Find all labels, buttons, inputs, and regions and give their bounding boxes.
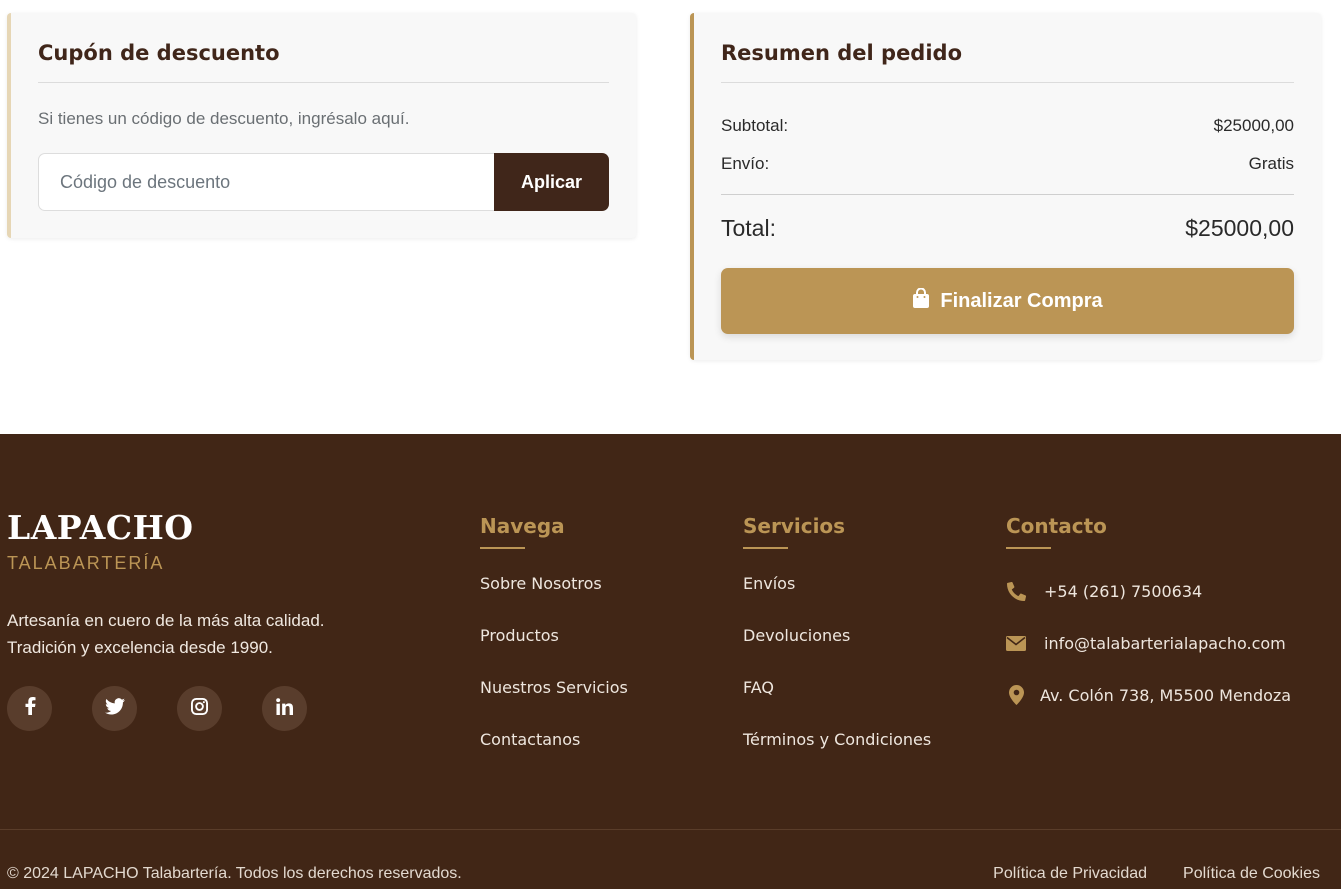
- subtotal-value: $25000,00: [1213, 116, 1294, 135]
- coupon-form: Aplicar: [38, 153, 609, 211]
- linkedin-icon: [276, 697, 293, 720]
- contact-address: Av. Colón 738, M5500 Mendoza: [1006, 669, 1291, 721]
- footer-col-servicios: Servicios Envíos Devoluciones FAQ Términ…: [743, 514, 931, 782]
- coupon-card: Cupón de descuento Si tienes un código d…: [7, 13, 636, 238]
- service-link-item: Términos y Condiciones: [743, 730, 931, 782]
- total-label: Total:: [721, 215, 776, 241]
- contacto-title: Contacto: [1006, 514, 1107, 538]
- contacto-underline: [1006, 547, 1051, 549]
- service-link-item: FAQ: [743, 678, 931, 730]
- total-value: $25000,00: [1185, 215, 1294, 241]
- summary-divider: [721, 194, 1294, 195]
- order-summary-card: Resumen del pedido Subtotal: $25000,00 E…: [690, 13, 1321, 360]
- service-link-item: Devoluciones: [743, 626, 931, 678]
- contact-phone[interactable]: +54 (261) 7500634: [1006, 565, 1291, 617]
- map-marker-icon: [1006, 685, 1026, 705]
- checkout-button[interactable]: Finalizar Compra: [721, 268, 1294, 334]
- footer-tagline: Artesanía en cuero de la más alta calida…: [7, 607, 367, 661]
- navega-links: Sobre Nosotros Productos Nuestros Servic…: [480, 574, 628, 782]
- nav-link-contactanos[interactable]: Contactanos: [480, 730, 580, 749]
- linkedin-link[interactable]: [262, 686, 307, 731]
- subtotal-row: Subtotal: $25000,00: [721, 116, 1294, 136]
- service-link-terminos[interactable]: Términos y Condiciones: [743, 730, 931, 749]
- service-link-envios[interactable]: Envíos: [743, 574, 795, 593]
- shipping-row: Envío: Gratis: [721, 154, 1294, 174]
- cookie-policy-link[interactable]: Política de Cookies: [1183, 865, 1320, 883]
- instagram-link[interactable]: [177, 686, 222, 731]
- nav-link-productos[interactable]: Productos: [480, 626, 559, 645]
- contact-list: +54 (261) 7500634 info@talabarterialapac…: [1006, 565, 1291, 721]
- servicios-underline: [743, 547, 788, 549]
- service-link-faq[interactable]: FAQ: [743, 678, 774, 697]
- footer-col-contacto: Contacto +54 (261) 7500634 info@talabart…: [1006, 514, 1291, 721]
- copyright-text: © 2024 LAPACHO Talabartería. Todos los d…: [7, 865, 462, 882]
- site-footer: LAPACHO TALABARTERÍA Artesanía en cuero …: [0, 434, 1341, 889]
- shopping-bag-icon: [912, 287, 930, 314]
- footer-col-navega: Navega Sobre Nosotros Productos Nuestros…: [480, 514, 628, 782]
- contact-email[interactable]: info@talabarterialapacho.com: [1006, 617, 1291, 669]
- shipping-label: Envío:: [721, 154, 770, 173]
- nav-link-item: Contactanos: [480, 730, 628, 782]
- tagline-line-2: Tradición y excelencia desde 1990.: [7, 638, 273, 657]
- service-link-devoluciones[interactable]: Devoluciones: [743, 626, 850, 645]
- checkout-label: Finalizar Compra: [940, 289, 1103, 312]
- servicios-title: Servicios: [743, 514, 846, 538]
- twitter-icon: [104, 697, 125, 720]
- contact-email-text: info@talabarterialapacho.com: [1044, 633, 1286, 653]
- coupon-title: Cupón de descuento: [38, 41, 609, 83]
- footer-logo[interactable]: LAPACHO: [7, 508, 194, 547]
- contact-address-text: Av. Colón 738, M5500 Mendoza: [1040, 685, 1292, 705]
- nav-link-nuestros-servicios[interactable]: Nuestros Servicios: [480, 678, 628, 697]
- envelope-icon: [1006, 635, 1026, 651]
- navega-title: Navega: [480, 514, 565, 538]
- nav-link-item: Sobre Nosotros: [480, 574, 628, 626]
- legal-links: Política de Privacidad Política de Cooki…: [993, 865, 1320, 883]
- coupon-code-input[interactable]: [38, 153, 494, 211]
- shipping-value: Gratis: [1248, 154, 1294, 173]
- servicios-links: Envíos Devoluciones FAQ Términos y Condi…: [743, 574, 931, 782]
- privacy-policy-link[interactable]: Política de Privacidad: [993, 865, 1147, 883]
- instagram-icon: [191, 697, 208, 720]
- subtotal-label: Subtotal:: [721, 116, 789, 135]
- footer-logo-subtitle: TALABARTERÍA: [7, 553, 165, 573]
- nav-link-sobre-nosotros[interactable]: Sobre Nosotros: [480, 574, 602, 593]
- facebook-link[interactable]: [7, 686, 52, 731]
- summary-title: Resumen del pedido: [721, 41, 1294, 83]
- twitter-link[interactable]: [92, 686, 137, 731]
- facebook-icon: [24, 697, 36, 720]
- tagline-line-1: Artesanía en cuero de la más alta calida…: [7, 611, 325, 630]
- coupon-description: Si tienes un código de descuento, ingrés…: [38, 109, 410, 128]
- total-row: Total: $25000,00: [721, 215, 1294, 242]
- nav-link-item: Productos: [480, 626, 628, 678]
- phone-icon: [1006, 581, 1026, 601]
- contact-phone-text: +54 (261) 7500634: [1044, 581, 1203, 601]
- navega-underline: [480, 547, 525, 549]
- nav-link-item: Nuestros Servicios: [480, 678, 628, 730]
- apply-coupon-button[interactable]: Aplicar: [494, 153, 609, 211]
- social-links: [7, 686, 307, 731]
- footer-divider: [0, 829, 1341, 830]
- service-link-item: Envíos: [743, 574, 931, 626]
